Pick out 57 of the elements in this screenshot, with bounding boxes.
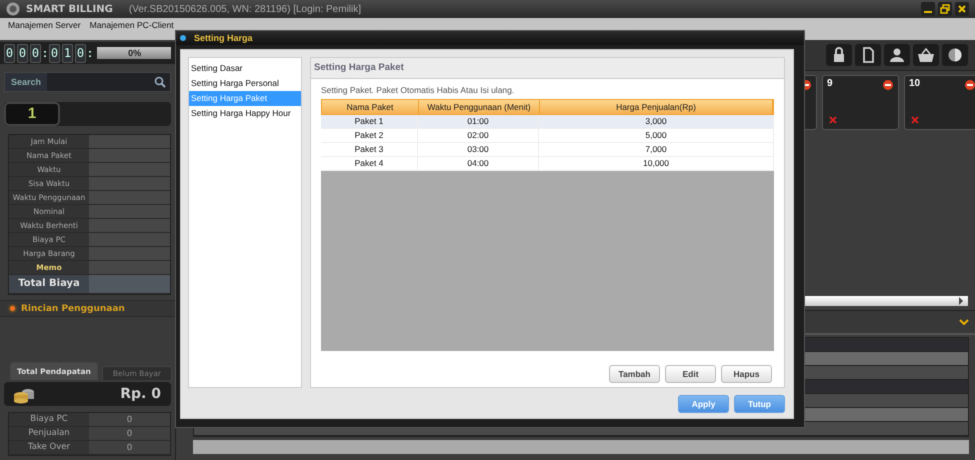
action-button[interactable]: Hapus [721,365,772,383]
summary-value: 0 [89,441,170,454]
pc-number: 1 [4,102,60,126]
table-cell: 01:00 [418,115,539,128]
column-header: Waktu Penggunaan (Menit) [419,100,540,114]
timer-digit: 0 [30,44,41,62]
income-total: Rp. 0 [120,386,161,402]
pc-tile-number: 9 [827,78,833,89]
summary-value: 0 [89,427,170,440]
timer-digit: 0 [49,44,60,62]
table-cell: Paket 2 [321,129,418,142]
version-text: (Ver.SB20150626.005, WN: 281196) [Login: Pemilik] [128,4,362,14]
summary-label: Biaya PC [9,413,89,426]
pc-tile-number: 10 [909,78,920,89]
menu-item[interactable]: Manajemen Server [8,20,81,30]
timer-digit: 0 [17,44,28,62]
section-title: Rincian Penggunaan [21,304,125,314]
dialog-title: Setting Harga [194,33,253,43]
search-field[interactable]: Search [4,72,171,92]
table-cell: 3,000 [539,115,774,128]
nav-item[interactable]: Setting Harga Happy Hour [189,106,301,121]
search-label: Search [5,73,48,91]
pc-tile[interactable]: 9 [822,75,899,130]
column-header: Nama Paket [322,100,419,114]
table-cell: 5,000 [539,129,774,142]
timer-digit: 0 [75,44,86,62]
table-row[interactable]: Paket 1 01:00 3,000 [321,115,774,129]
summary-value: 0 [89,413,170,426]
table-cell: 02:00 [418,129,539,142]
table-cell: Paket 4 [321,157,418,170]
action-button[interactable]: Tambah [609,365,660,383]
column-header: Harga Penjualan(Rp) [540,100,773,114]
table-cell: 7,000 [539,143,774,156]
pc-tile[interactable]: 10 [904,75,975,130]
timer-colon: : [88,46,92,60]
table-cell: 04:00 [418,157,539,170]
summary-label: Take Over [9,441,89,454]
table-cell: 03:00 [418,143,539,156]
timer-digit: 0 [4,44,15,62]
action-button[interactable]: Edit [665,365,716,383]
table-row[interactable]: Paket 2 02:00 5,000 [321,129,774,143]
nav-item[interactable]: Setting Harga Personal [189,76,301,91]
panel-title: Setting Harga Paket [311,58,784,79]
info-label: Total Biaya [9,275,89,293]
summary-label: Penjualan [9,427,89,440]
timer-colon: : [43,46,47,60]
table-cell: Paket 1 [321,115,418,128]
app-name: SMART BILLING [26,4,113,14]
progress-label: 0% [128,47,142,59]
table-row[interactable]: Paket 3 03:00 7,000 [321,143,774,157]
timer-digit: 1 [62,44,73,62]
table-row[interactable]: Paket 4 04:00 10,000 [321,157,774,171]
table-cell: 10,000 [539,157,774,170]
description-text: Setting Paket. Paket Otomatis Habis Atau Isi ulang. [320,84,516,97]
nav-item[interactable]: Setting Dasar [189,61,301,76]
menu-item[interactable]: Manajemen PC-Client [90,20,174,30]
table-cell: Paket 3 [321,143,418,156]
